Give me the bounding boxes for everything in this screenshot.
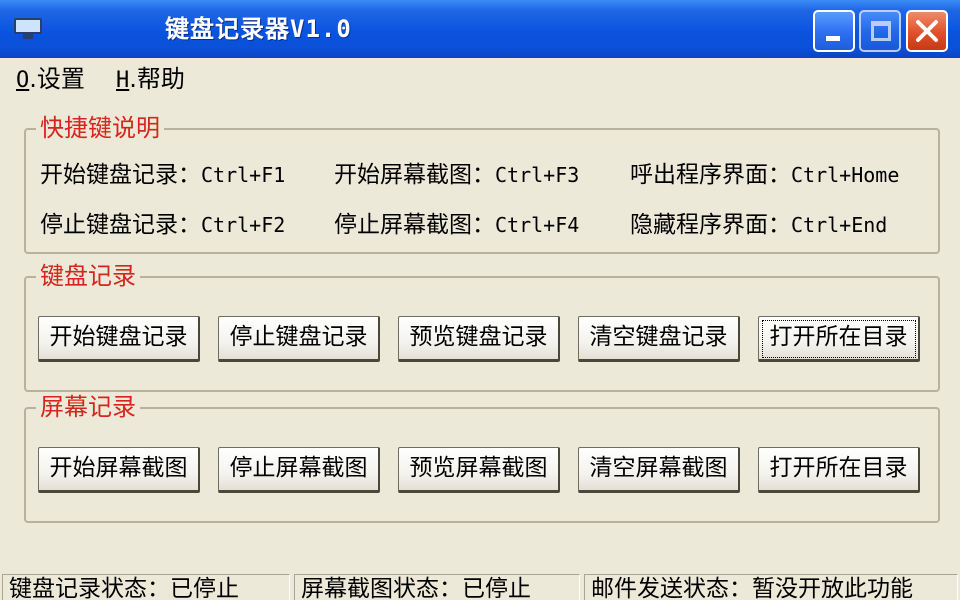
mail-status: 邮件发送状态：暂没开放此功能 [584,574,958,600]
screenshot-status: 屏幕截图状态：已停止 [294,574,580,600]
open-keylog-folder-button[interactable]: 打开所在目录 [758,316,920,362]
shortcut-start-keylog: 开始键盘记录：Ctrl+F1 [40,160,285,190]
start-screenshot-button[interactable]: 开始屏幕截图 [38,447,200,493]
menu-help-accel: H [116,68,130,93]
menu-settings[interactable]: O.设置 [16,64,85,94]
clear-screenshot-button[interactable]: 清空屏幕截图 [578,447,740,493]
maximize-button[interactable] [859,10,901,52]
shortcut-hide-window: 隐藏程序界面：Ctrl+End [630,210,887,240]
shortcut-label: 停止键盘记录： [40,212,201,238]
shortcut-key: Ctrl+F1 [201,163,286,187]
shortcut-key: Ctrl+F4 [495,213,580,237]
preview-keylog-button[interactable]: 预览键盘记录 [398,316,560,362]
minimize-icon [826,36,840,41]
start-keylog-button[interactable]: 开始键盘记录 [38,316,200,362]
screen-group-title: 屏幕记录 [36,392,140,422]
open-screenshot-folder-button[interactable]: 打开所在目录 [758,447,920,493]
minimize-button[interactable] [813,10,855,52]
preview-screenshot-button[interactable]: 预览屏幕截图 [398,447,560,493]
main-window: 键盘记录器V1.0 O.设置 H.帮助 快捷键说明 开始键盘记录：Ctrl+F1… [0,0,960,600]
keylog-status: 键盘记录状态：已停止 [2,574,290,600]
clear-keylog-button[interactable]: 清空键盘记录 [578,316,740,362]
shortcut-stop-keylog: 停止键盘记录：Ctrl+F2 [40,210,285,240]
close-button[interactable] [906,10,948,52]
shortcut-label: 呼出程序界面： [630,162,791,188]
shortcut-label: 开始键盘记录： [40,162,201,188]
shortcut-key: Ctrl+F3 [495,163,580,187]
menu-help[interactable]: H.帮助 [116,64,185,94]
menu-settings-accel: O [16,68,30,93]
shortcut-show-window: 呼出程序界面：Ctrl+Home [630,160,899,190]
shortcut-start-screenshot: 开始屏幕截图：Ctrl+F3 [334,160,579,190]
window-title: 键盘记录器V1.0 [165,15,352,43]
menu-settings-label: .设置 [29,65,85,93]
keyboard-group-title: 键盘记录 [36,261,140,291]
stop-keylog-button[interactable]: 停止键盘记录 [218,316,380,362]
monitor-icon [14,18,42,40]
keyboard-record-group: 键盘记录 开始键盘记录 停止键盘记录 预览键盘记录 清空键盘记录 打开所在目录 [24,261,940,392]
shortcut-key: Ctrl+F2 [201,213,286,237]
shortcut-label: 停止屏幕截图： [334,212,495,238]
close-icon [916,20,938,42]
shortcut-label: 开始屏幕截图： [334,162,495,188]
shortcuts-group-title: 快捷键说明 [36,113,164,143]
shortcuts-group: 快捷键说明 开始键盘记录：Ctrl+F1 开始屏幕截图：Ctrl+F3 呼出程序… [24,113,940,254]
title-bar[interactable]: 键盘记录器V1.0 [0,0,960,58]
status-bar: 键盘记录状态：已停止 屏幕截图状态：已停止 邮件发送状态：暂没开放此功能 [0,572,960,600]
maximize-icon [871,21,891,41]
shortcut-stop-screenshot: 停止屏幕截图：Ctrl+F4 [334,210,579,240]
menu-bar: O.设置 H.帮助 [0,58,960,100]
shortcut-label: 隐藏程序界面： [630,212,791,238]
shortcut-key: Ctrl+End [791,213,888,237]
shortcut-key: Ctrl+Home [791,163,900,187]
stop-screenshot-button[interactable]: 停止屏幕截图 [218,447,380,493]
screen-record-group: 屏幕记录 开始屏幕截图 停止屏幕截图 预览屏幕截图 清空屏幕截图 打开所在目录 [24,392,940,523]
menu-help-label: .帮助 [129,65,185,93]
